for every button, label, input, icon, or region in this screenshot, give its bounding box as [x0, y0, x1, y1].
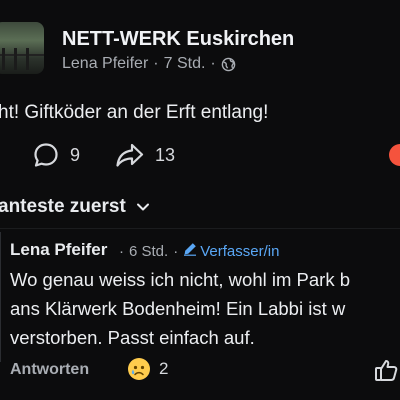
post-time[interactable]: 7 Std. [164, 55, 206, 73]
group-name[interactable]: NETT-WERK Euskirchen [62, 28, 294, 51]
post-author[interactable]: Lena Pfeifer [62, 55, 148, 73]
comment-text: Wo genau weiss ich nicht, wohl im Park b… [10, 269, 351, 348]
comment-sort-dropdown[interactable]: anteste zuerst [0, 196, 150, 218]
globe-icon [221, 57, 236, 72]
comments-stat[interactable]: 9 [32, 141, 80, 169]
comment-time[interactable]: 6 Std. [129, 243, 168, 260]
share-icon [115, 141, 145, 169]
author-badge: Verfasser/in [183, 242, 279, 260]
chevron-down-icon [136, 196, 150, 218]
group-avatar[interactable] [0, 22, 44, 74]
reaction-count: 2 [159, 359, 169, 378]
meta-separator: · [173, 242, 179, 260]
thread-line [0, 232, 1, 362]
like-icon[interactable] [374, 358, 400, 387]
meta-separator: · [210, 55, 216, 72]
pencil-icon [183, 242, 197, 260]
sort-label: anteste zuerst [0, 196, 126, 217]
reaction-emoji-icon[interactable] [389, 144, 400, 166]
post-text: ht! Giftköder an der Erft entlang! [0, 102, 269, 123]
sad-emoji-icon [128, 358, 150, 380]
comments-count: 9 [70, 144, 81, 165]
comment-author[interactable]: Lena Pfeifer [10, 240, 107, 260]
divider [0, 228, 400, 229]
comment-meta: · 6 Std. · Verfasser/in [119, 242, 279, 260]
author-badge-label: Verfasser/in [200, 242, 280, 260]
post-meta: Lena Pfeifer · 7 Std. · [62, 55, 236, 73]
reply-button[interactable]: Antworten [10, 361, 89, 379]
meta-separator: · [119, 242, 124, 260]
comment-icon [32, 141, 60, 169]
shares-count: 13 [155, 144, 176, 165]
comment-reactions[interactable]: 2 [128, 358, 168, 380]
meta-separator: · [153, 55, 159, 72]
shares-stat[interactable]: 13 [115, 141, 175, 169]
